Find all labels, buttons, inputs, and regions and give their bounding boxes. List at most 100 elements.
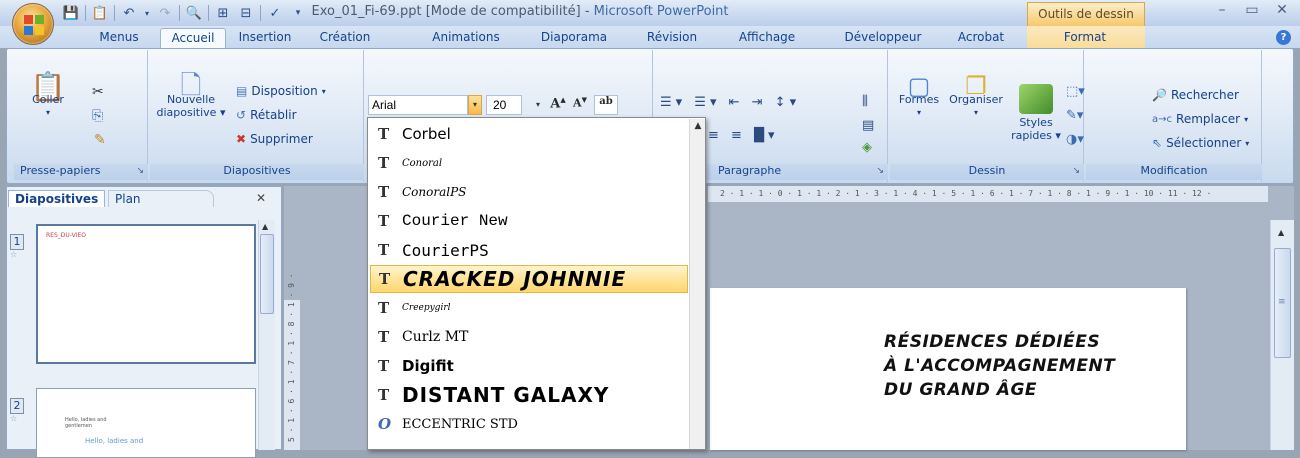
font-item-conoral[interactable]: T Conoral [370, 149, 688, 177]
copy-icon[interactable]: ⎘ [92, 108, 103, 124]
grow-font-button[interactable]: A▲ [548, 95, 568, 115]
tab-affichage[interactable]: Affichage [730, 28, 804, 48]
slide-thumbnail-2[interactable]: Hello, ladies and gentlemen Hello, ladie… [36, 388, 256, 458]
font-item-eccentric-std[interactable]: O Eccentric Std [370, 410, 688, 438]
scroll-thumb[interactable]: ≡ [1274, 248, 1291, 358]
office-button[interactable] [12, 3, 54, 45]
paste-label: Coller [32, 93, 64, 106]
tab-menus[interactable]: Menus [82, 28, 156, 48]
replace-icon: a→c [1152, 113, 1173, 125]
font-item-label: Distant Galaxy [402, 383, 610, 407]
scroll-up-icon[interactable]: ▲ [262, 222, 268, 231]
delete-slide-button[interactable]: ✖ Supprimer [236, 132, 313, 146]
font-item-corbel[interactable]: T Corbel [370, 120, 688, 148]
font-dropdown-scrollbar[interactable]: ▲ [689, 119, 705, 449]
close-button[interactable]: ✕ [1268, 2, 1296, 22]
reset-button[interactable]: ↺ Rétablir [236, 108, 297, 122]
font-item-label: Digifit [402, 357, 454, 375]
font-dropdown-arrow-icon[interactable]: ▾ [468, 95, 482, 115]
group-label-paragraph-text: Paragraphe [718, 164, 782, 177]
slide-title-line-1: RÉSIDENCES DÉDIÉES [884, 332, 1101, 352]
cut-icon[interactable]: ✂ [92, 84, 104, 100]
slide-title-textbox[interactable]: RÉSIDENCES DÉDIÉES À L'ACCOMPAGNEMENT DU… [884, 330, 1164, 402]
tab-acrobat[interactable]: Acrobat [950, 28, 1012, 48]
arrange-label: Organiser [949, 93, 1003, 106]
shape-fill-icon[interactable]: ⬚▾ [1066, 84, 1085, 99]
chevron-down-icon: ▾ [916, 108, 921, 117]
scroll-up-icon[interactable]: ▲ [1278, 228, 1284, 237]
maximize-button[interactable]: ▭ [1238, 2, 1266, 22]
new-slide-button[interactable]: 🗋 Nouvelle diapositive ▾ [152, 73, 230, 119]
shapes-button[interactable]: ▢ Formes ▾ [894, 74, 944, 119]
font-item-curlz-mt[interactable]: T Curlz MT [370, 323, 688, 351]
tab-accueil[interactable]: Accueil [160, 28, 226, 48]
reset-label: Rétablir [250, 108, 297, 122]
font-item-creepygirl[interactable]: T Creepygirl [370, 294, 688, 322]
font-item-label: Creepygirl [402, 303, 451, 313]
font-item-label: Conoral [402, 157, 443, 169]
smartart-icon[interactable]: ◈ [862, 140, 872, 155]
quick-styles-icon [1019, 84, 1053, 114]
tab-animations[interactable]: Animations [424, 28, 508, 48]
shape-outline-icon[interactable]: ✎▾ [1066, 108, 1083, 123]
dialog-launcher-icon[interactable]: ↘ [876, 166, 884, 176]
font-item-cracked-johnnie[interactable]: T Cracked Johnnie [370, 265, 688, 293]
list-buttons-row[interactable]: ☰▾ ☰▾ ⇤ ⇥ ↕▾ [660, 95, 800, 110]
align-text-icon[interactable]: ▤ [862, 118, 874, 133]
replace-button[interactable]: a→c Remplacer ▾ [1152, 112, 1248, 126]
font-size-combo[interactable]: 20 [486, 95, 522, 115]
editor-scrollbar[interactable]: ▲ ≡ [1270, 220, 1294, 450]
dialog-launcher-icon[interactable]: ↘ [1072, 166, 1080, 176]
tab-insertion[interactable]: Insertion [230, 28, 300, 48]
chevron-down-icon: ▾ [45, 108, 50, 117]
group-label-editing: Modification [1086, 164, 1262, 180]
scroll-up-icon[interactable]: ▲ [690, 121, 706, 135]
layout-button[interactable]: ▤ Disposition ▾ [236, 84, 326, 98]
truetype-icon: T [378, 212, 390, 230]
contextual-tab-drawing-tools: Outils de dessin [1027, 2, 1145, 26]
shape-effects-icon[interactable]: ◑▾ [1066, 132, 1084, 147]
slides-pane-scrollbar[interactable]: ▲ [258, 220, 275, 450]
clipboard-icon: 📋 [30, 70, 66, 103]
select-button[interactable]: ⇖ Sélectionner ▾ [1152, 136, 1249, 150]
quick-styles-button[interactable]: Styles rapides ▾ [1008, 84, 1064, 142]
text-direction-icon[interactable]: ⫼ [862, 94, 868, 109]
slide-thumbnail-1[interactable]: RES_DU-VIEO [36, 224, 256, 364]
font-size-arrow-icon[interactable]: ▾ [532, 95, 544, 115]
font-item-digifit[interactable]: T Digifit [370, 352, 688, 380]
font-item-distant-galaxy[interactable]: T Distant Galaxy [370, 381, 688, 409]
group-label-clipboard: Presse-papiers ↘ [14, 164, 148, 180]
arrange-button[interactable]: ❐ Organiser ▾ [946, 74, 1006, 119]
tab-developpeur[interactable]: Développeur [838, 28, 928, 48]
clear-formatting-button[interactable]: ab [594, 95, 618, 115]
dialog-launcher-icon[interactable]: ↘ [136, 166, 144, 176]
tab-diaporama[interactable]: Diaporama [532, 28, 616, 48]
new-slide-label-2: diapositive [156, 106, 217, 119]
opentype-icon: O [378, 415, 392, 433]
close-pane-icon[interactable]: ✕ [256, 191, 266, 205]
minimize-button[interactable]: – [1208, 2, 1236, 22]
font-dropdown-list: T Corbel T Conoral T ConoralPS T Courier New… [367, 117, 706, 450]
help-icon[interactable]: ? [1276, 30, 1291, 45]
replace-label: Remplacer [1176, 112, 1241, 126]
format-painter-icon[interactable]: ✎ [94, 132, 106, 148]
find-button[interactable]: 🔎 Rechercher [1152, 88, 1239, 102]
font-name-combo[interactable]: Arial [368, 95, 468, 115]
scroll-thumb[interactable] [260, 234, 274, 314]
tab-revision[interactable]: Révision [640, 28, 704, 48]
paste-button[interactable]: 📋 Coller ▾ [20, 70, 76, 119]
font-item-courier-new[interactable]: T Courier New [370, 207, 688, 235]
tab-slides-pane[interactable]: Diapositives [8, 190, 106, 207]
group-label-clipboard-text: Presse-papiers [20, 164, 101, 177]
align-buttons-row[interactable]: ≡ ≡ █▾ [708, 128, 779, 143]
tab-outline-pane[interactable]: Plan [108, 190, 214, 207]
tab-format[interactable]: Format [1050, 28, 1120, 48]
group-label-slides: Diapositives [150, 164, 364, 180]
truetype-icon: T [378, 241, 390, 259]
title-file: Exo_01_Fi-69.ppt [Mode de compatibilité]… [311, 4, 594, 19]
font-item-conoralps[interactable]: T ConoralPS [370, 178, 688, 206]
tab-creation[interactable]: Création [308, 28, 382, 48]
shrink-font-button[interactable]: A▼ [570, 95, 590, 115]
slide-number-1: 1 [10, 234, 24, 250]
font-item-courierps[interactable]: T CourierPS [370, 236, 688, 264]
